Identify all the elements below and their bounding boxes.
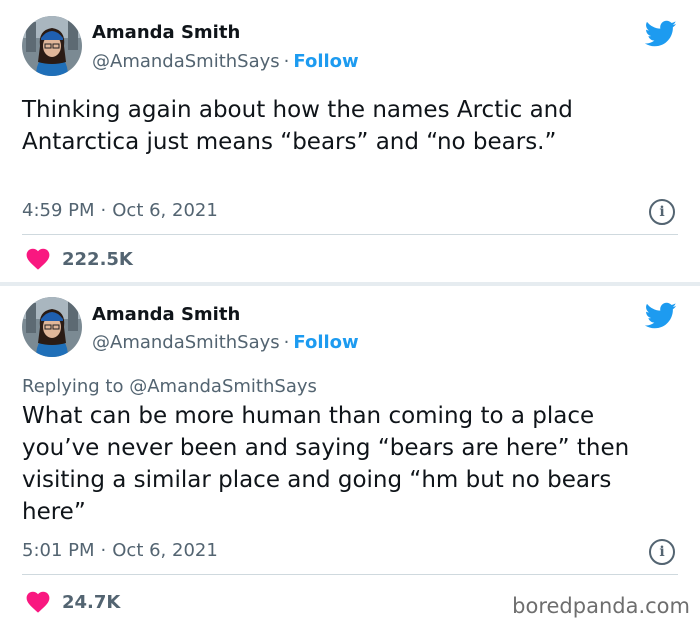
tweet-time: 5:01 PM	[22, 540, 95, 561]
author-handle-line: @AmandaSmithSays · Follow	[92, 332, 359, 353]
tweet-card: Amanda Smith @AmandaSmithSays · Follow Thi…	[0, 0, 700, 284]
heart-icon	[26, 591, 50, 613]
tweet-date: Oct 6, 2021	[112, 540, 218, 561]
like-count: 24.7K	[62, 592, 121, 613]
twitter-bird-icon[interactable]	[645, 302, 677, 330]
tweet-card: Amanda Smith @AmandaSmithSays · Follow Rep…	[0, 284, 700, 630]
reply-prefix: Replying to	[22, 376, 124, 397]
tweet-timestamp[interactable]: 4:59 PM · Oct 6, 2021	[22, 200, 218, 221]
divider-line	[22, 574, 678, 575]
author-handle-line: @AmandaSmithSays · Follow	[92, 51, 359, 72]
follow-button[interactable]: Follow	[293, 51, 358, 72]
author-handle[interactable]: @AmandaSmithSays	[92, 332, 280, 353]
author-name[interactable]: Amanda Smith	[92, 22, 240, 43]
follow-button[interactable]: Follow	[293, 332, 358, 353]
avatar[interactable]	[22, 297, 82, 357]
avatar-image	[22, 16, 82, 76]
like-count: 222.5K	[62, 249, 133, 270]
watermark: boredpanda.com	[512, 594, 690, 618]
twitter-bird-icon[interactable]	[645, 20, 677, 48]
avatar[interactable]	[22, 16, 82, 76]
tweet-time: 4:59 PM	[22, 200, 95, 221]
tweet-text: Thinking again about how the names Arcti…	[22, 97, 573, 155]
heart-icon	[26, 248, 50, 270]
tweet-timestamp[interactable]: 5:01 PM · Oct 6, 2021	[22, 540, 218, 561]
avatar-image	[22, 297, 82, 357]
separator-dot: ·	[283, 51, 290, 72]
separator-dot: ·	[100, 200, 107, 221]
reply-context: Replying to @AmandaSmithSays	[22, 376, 317, 397]
separator-dot: ·	[100, 540, 107, 561]
divider-line	[22, 234, 678, 235]
tweet-text: What can be more human than coming to a …	[22, 403, 630, 525]
author-handle[interactable]: @AmandaSmithSays	[92, 51, 280, 72]
reply-mention-link[interactable]: @AmandaSmithSays	[129, 376, 317, 397]
tweet-date: Oct 6, 2021	[112, 200, 218, 221]
author-name[interactable]: Amanda Smith	[92, 304, 240, 325]
separator-dot: ·	[283, 332, 290, 353]
info-icon[interactable]: i	[649, 199, 675, 225]
info-icon[interactable]: i	[649, 539, 675, 565]
